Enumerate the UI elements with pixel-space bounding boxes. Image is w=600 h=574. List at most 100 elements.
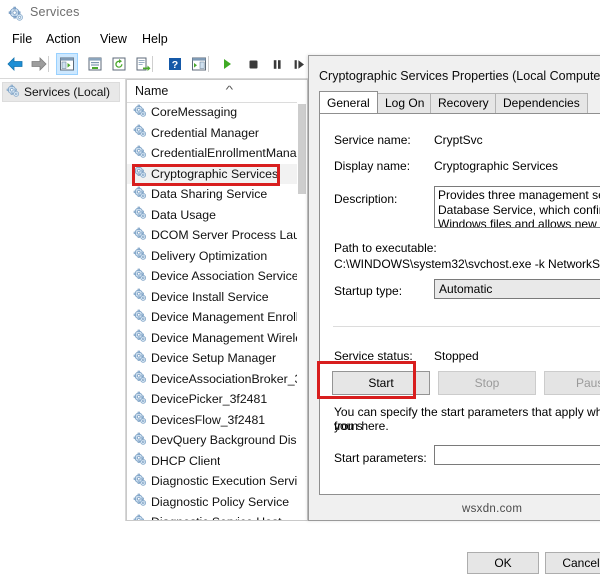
menu-action[interactable]: Action	[42, 31, 85, 47]
description-label: Description:	[334, 192, 398, 206]
back-button[interactable]	[4, 53, 26, 75]
column-header-name[interactable]: Name	[135, 84, 168, 98]
list-scrollbar[interactable]	[297, 102, 307, 520]
service-gear-icon	[133, 145, 147, 162]
list-item-label: Credential Manager	[151, 125, 260, 140]
service-gear-icon	[133, 473, 147, 490]
list-item[interactable]: Credential Manager	[127, 123, 307, 144]
services-list[interactable]: CoreMessaging Credential Manager Credentia…	[127, 102, 307, 520]
list-item[interactable]: DeviceAssociationBroker_3f...	[127, 369, 307, 390]
list-item-label: Device Install Service	[151, 289, 269, 304]
list-item[interactable]: CoreMessaging	[127, 102, 307, 123]
forward-button[interactable]	[28, 53, 50, 75]
list-item[interactable]: DevicePicker_3f2481	[127, 389, 307, 410]
services-list-pane: Name ^ CoreMessaging Credential Manager Cr…	[126, 79, 308, 521]
stop-button: Stop	[438, 371, 536, 395]
list-item-label: DeviceAssociationBroker_3f...	[151, 371, 307, 386]
properties-icon[interactable]	[84, 53, 106, 75]
service-gear-icon	[133, 370, 147, 387]
play-icon[interactable]	[216, 53, 238, 75]
general-tab-panel: Service name: CryptSvc Display name: Cry…	[319, 113, 600, 495]
services-mmc-window: Services File Action View Help ? Service…	[0, 0, 600, 574]
list-column-header[interactable]: Name ^	[127, 80, 307, 103]
help-question-icon[interactable]: ?	[164, 53, 186, 75]
list-item[interactable]: Delivery Optimization	[127, 246, 307, 267]
description-textarea[interactable]: Provides three management services: C Da…	[434, 186, 600, 228]
service-gear-icon	[133, 452, 147, 469]
watermark: wsxdn.com	[462, 503, 523, 515]
list-item-label: Cryptographic Services	[151, 166, 279, 181]
path-to-executable-label: Path to executable:	[334, 241, 437, 255]
service-status-value: Stopped	[434, 349, 479, 363]
service-gear-icon	[133, 411, 147, 428]
list-item-label: Diagnostic Service Host	[151, 515, 282, 520]
list-item[interactable]: DHCP Client	[127, 451, 307, 472]
list-item[interactable]: Device Install Service	[127, 287, 307, 308]
console-tree-icon[interactable]	[56, 53, 78, 75]
display-name-value: Cryptographic Services	[434, 159, 559, 173]
list-item[interactable]: Device Setup Manager	[127, 348, 307, 369]
action-pane-icon[interactable]	[188, 53, 210, 75]
menu-view[interactable]: View	[96, 31, 131, 47]
stop-icon[interactable]	[242, 53, 264, 75]
list-item[interactable]: DCOM Server Process Laun...	[127, 225, 307, 246]
list-item[interactable]: Diagnostic Service Host	[127, 512, 307, 520]
service-gear-icon	[133, 186, 147, 203]
list-item-label: Diagnostic Policy Service	[151, 494, 290, 509]
list-item[interactable]: DevicesFlow_3f2481	[127, 410, 307, 431]
service-name-label: Service name:	[334, 133, 411, 147]
start-button[interactable]: Start	[332, 371, 430, 395]
cancel-button[interactable]: Cancel	[545, 552, 600, 574]
dialog-tabstrip: General Log On Recovery Dependencies	[319, 91, 600, 113]
list-item[interactable]: CredentialEnrollmentMana...	[127, 143, 307, 164]
service-properties-dialog: Cryptographic Services Properties (Local…	[308, 55, 600, 574]
dialog-title: Cryptographic Services Properties (Local…	[319, 69, 600, 83]
menu-help[interactable]: Help	[138, 31, 172, 47]
section-divider	[333, 326, 600, 327]
start-parameters-input[interactable]	[434, 445, 600, 465]
pause-button: Pause	[544, 371, 600, 395]
tab-recovery[interactable]: Recovery	[430, 93, 497, 113]
sidebar-item-services-local[interactable]: Services (Local)	[2, 82, 120, 102]
service-gear-icon	[133, 124, 147, 141]
tab-dependencies[interactable]: Dependencies	[495, 93, 588, 113]
service-gear-icon	[133, 432, 147, 449]
scrollbar-thumb[interactable]	[298, 104, 306, 194]
list-item[interactable]: Device Management Enroll...	[127, 307, 307, 328]
list-item-label: DCOM Server Process Laun...	[151, 228, 307, 243]
ok-button[interactable]: OK	[467, 552, 539, 574]
list-item-label: Diagnostic Execution Service	[151, 474, 307, 489]
list-item[interactable]: Cryptographic Services	[127, 163, 307, 184]
list-item[interactable]: Diagnostic Execution Service	[127, 471, 307, 492]
startup-type-label: Startup type:	[334, 284, 403, 298]
service-gear-icon	[133, 165, 147, 182]
list-item-label: Data Usage	[151, 207, 216, 222]
list-item[interactable]: Device Management Wirele...	[127, 328, 307, 349]
service-gear-icon	[133, 227, 147, 244]
tab-log-on[interactable]: Log On	[377, 93, 433, 113]
chevron-up-icon: ^	[225, 85, 234, 96]
path-to-executable-value: C:\WINDOWS\system32\svchost.exe -k Netwo…	[334, 257, 600, 271]
refresh-icon[interactable]	[108, 53, 130, 75]
tab-general[interactable]: General	[319, 91, 378, 113]
service-status-label: Service status:	[334, 349, 413, 363]
export-list-icon[interactable]	[132, 53, 154, 75]
list-item-label: Data Sharing Service	[151, 187, 268, 202]
menu-file[interactable]: File	[8, 31, 36, 47]
list-item-label: Delivery Optimization	[151, 248, 268, 263]
pause-icon[interactable]	[266, 53, 288, 75]
list-item[interactable]: Data Usage	[127, 205, 307, 226]
sidebar-item-label: Services (Local)	[24, 85, 111, 99]
list-item-label: Device Management Enroll...	[151, 310, 307, 325]
list-item[interactable]: Device Association Service	[127, 266, 307, 287]
startup-type-dropdown[interactable]: Automatic	[434, 279, 600, 299]
list-item[interactable]: Data Sharing Service	[127, 184, 307, 205]
service-gear-icon	[133, 247, 147, 264]
window-title: Services	[30, 5, 80, 19]
service-gear-icon	[133, 350, 147, 367]
list-item[interactable]: Diagnostic Policy Service	[127, 492, 307, 513]
service-gear-icon	[133, 288, 147, 305]
description-line: Provides three management services: C	[438, 188, 600, 202]
list-item[interactable]: DevQuery Background Disc...	[127, 430, 307, 451]
restart-icon[interactable]	[288, 53, 310, 75]
